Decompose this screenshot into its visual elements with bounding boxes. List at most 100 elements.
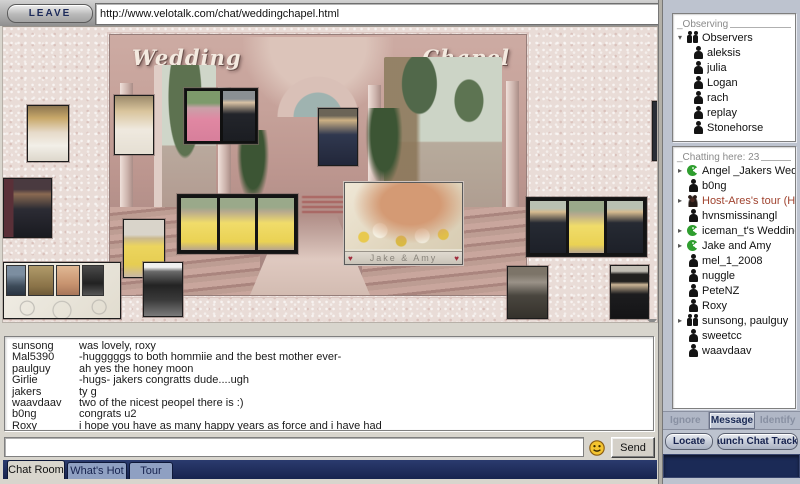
chatting-row[interactable]: sunsong, paulguy: [673, 313, 795, 328]
member-photo-gray-man[interactable]: [507, 266, 548, 319]
observer-row[interactable]: Logan: [673, 75, 795, 90]
launch-chat-tracker-button[interactable]: Launch Chat Tracker: [717, 433, 798, 450]
observer-row[interactable]: replay: [673, 105, 795, 120]
chat-message: i hope you have as many happy years as f…: [79, 420, 382, 431]
member-photo-bride[interactable]: [114, 95, 154, 155]
collapse-icon[interactable]: [676, 34, 684, 42]
person-icon: [692, 76, 704, 89]
chat-message: ty g: [79, 386, 97, 398]
room-tab[interactable]: Chat Room: [7, 460, 65, 479]
chatting-row[interactable]: iceman_t's Wedding P: [673, 223, 795, 238]
person-icon: [692, 91, 704, 104]
photo-cell-yellow-dress: [568, 201, 605, 253]
member-photo-couple[interactable]: [184, 88, 258, 144]
people-icon: [687, 314, 699, 327]
photo-cell-yellow-dress: [258, 198, 295, 250]
chat-row: jakers ty g: [5, 386, 653, 398]
chat-row: Mal5390 -hugggggs to both hommiie and th…: [5, 351, 653, 363]
chatting-name: Host-Ares's tour (Hos: [702, 194, 795, 207]
photo-strip-bridesmaids[interactable]: [177, 194, 298, 254]
chatting-row[interactable]: waavdaav: [673, 343, 795, 358]
chatting-name: waavdaav: [702, 344, 752, 357]
room-tab[interactable]: What's Hot: [67, 462, 127, 479]
observer-row[interactable]: aleksis: [673, 45, 795, 60]
person-icon: [687, 209, 699, 222]
observer-row[interactable]: Stonehorse: [673, 120, 795, 135]
photo-collage[interactable]: [3, 262, 121, 319]
expand-icon[interactable]: [676, 227, 684, 235]
collage-thumb: [28, 265, 54, 296]
leave-button[interactable]: LEAVE: [7, 4, 93, 23]
person-icon: [687, 179, 699, 192]
emoji-button[interactable]: [589, 440, 605, 456]
label-rule: [761, 160, 791, 161]
heart-icon: ♥: [454, 253, 459, 263]
pacman-icon: [687, 239, 699, 252]
chatting-name: b0ng: [702, 179, 727, 192]
person-icon: [687, 269, 699, 282]
chat-row: waavdaav two of the nicest peopel there …: [5, 397, 653, 410]
sidebar-footer-strip: [663, 454, 800, 478]
sidebar: _Observing Observers aleksis: [663, 0, 800, 484]
chat-message: was lovely, roxy: [79, 341, 156, 352]
jake-amy-caption: ♥ Jake & Amy ♥: [345, 251, 462, 264]
url-input[interactable]: [96, 8, 746, 20]
chatting-label: _Chatting here: 23: [673, 147, 795, 163]
chat-row: sunsong was lovely, roxy: [5, 340, 653, 352]
chatting-name: sweetcc: [702, 329, 742, 342]
collage-thumbnails: [6, 265, 104, 296]
chatting-row[interactable]: b0ng: [673, 178, 795, 193]
sidebar-tab[interactable]: Ignore: [663, 412, 709, 429]
chatting-name: iceman_t's Wedding P: [702, 224, 795, 237]
chat-message: congrats u2: [79, 409, 137, 421]
sidebar-tab[interactable]: Identify: [755, 412, 800, 429]
chatting-row[interactable]: Jake and Amy: [673, 238, 795, 253]
chatting-row[interactable]: Host-Ares's tour (Hos: [673, 193, 795, 208]
person-icon: [692, 106, 704, 119]
expand-icon[interactable]: [676, 167, 684, 175]
chat-message: -hugs- jakers congratts dude....ugh: [79, 375, 249, 387]
scroll-down-arrow[interactable]: [647, 319, 657, 322]
observer-row[interactable]: rach: [673, 90, 795, 105]
sidebar-tab[interactable]: Message: [708, 412, 756, 429]
chat-log[interactable]: sunsong was lovely, roxy Mal5390 -hugggg…: [4, 336, 654, 431]
member-photo-hat-man[interactable]: [610, 265, 649, 319]
locate-button[interactable]: Locate: [665, 433, 714, 450]
chatting-row[interactable]: Roxy: [673, 298, 795, 313]
observer-name: aleksis: [707, 46, 741, 59]
message-input[interactable]: [4, 437, 584, 457]
chatting-row[interactable]: hvnsmissinangl: [673, 208, 795, 223]
chatting-row[interactable]: sweetcc: [673, 328, 795, 343]
wedding-rings-photo: [345, 183, 462, 249]
chat-username: Girlie: [12, 374, 38, 387]
member-photo-blonde[interactable]: [27, 105, 69, 162]
expand-icon[interactable]: [676, 197, 684, 205]
person-icon: [692, 121, 704, 134]
chat-message: two of the nicest peopel there is :): [79, 398, 244, 410]
chat-row: paulguy ah yes the honey moon: [5, 363, 653, 375]
chatting-row[interactable]: PeteNZ: [673, 283, 795, 298]
chatting-row[interactable]: Angel _Jakers Weddin: [673, 163, 795, 178]
observer-row[interactable]: julia: [673, 60, 795, 75]
caption-text: Jake & Amy: [369, 253, 438, 263]
expand-icon[interactable]: [676, 317, 684, 325]
chatting-row[interactable]: mel_1_2008: [673, 253, 795, 268]
member-photo-woman-suit[interactable]: [318, 108, 358, 166]
expand-icon[interactable]: [676, 242, 684, 250]
member-photo-bw-woman[interactable]: [143, 262, 183, 317]
observer-name: rach: [707, 91, 729, 104]
chatting-row[interactable]: nuggle: [673, 268, 795, 283]
room-tab[interactable]: Tour: [129, 462, 173, 479]
chatting-panel: _Chatting here: 23 Angel _Jakers Weddin …: [672, 146, 796, 409]
label-rule: [730, 27, 791, 28]
jake-amy-photo[interactable]: ♥ Jake & Amy ♥: [344, 182, 463, 265]
send-button[interactable]: Send: [611, 437, 655, 458]
member-photo-man-suit[interactable]: [3, 178, 52, 238]
chat-row: b0ng congrats u2: [5, 409, 653, 421]
photo-cell-yellow-dress: [181, 198, 217, 250]
chatting-name: mel_1_2008: [702, 254, 763, 267]
room-tabbar: Chat Room What's Hot Tour: [3, 460, 657, 479]
observers-root-row[interactable]: Observers: [673, 30, 795, 45]
person-icon: [687, 284, 699, 297]
photo-strip-groomsmen[interactable]: [526, 197, 647, 257]
